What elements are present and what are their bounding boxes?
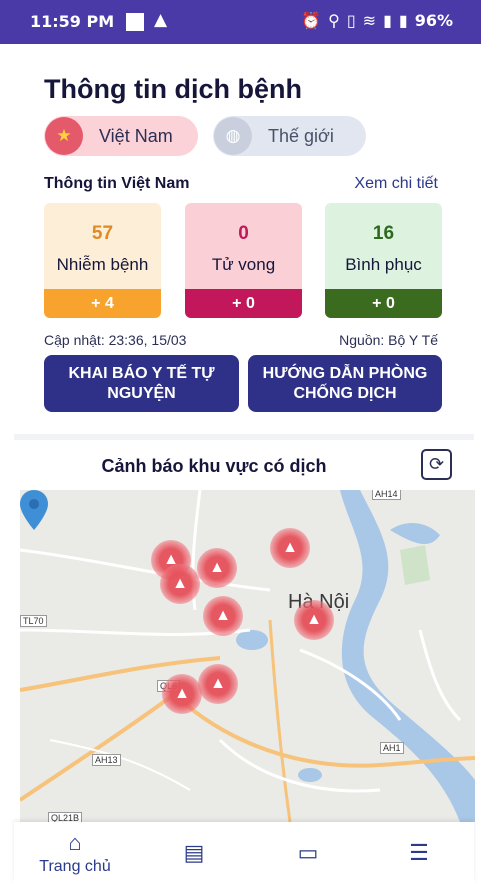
view-details-link[interactable]: Xem chi tiết (354, 175, 438, 193)
outbreak-marker[interactable]: ▲ (294, 600, 334, 640)
wifi-icon: ≋ (362, 11, 377, 30)
bottom-nav: ⌂ Trang chủ ▤ ▭ ☰ (14, 822, 474, 883)
map-background (20, 490, 475, 822)
status-time: 11:59 PM (30, 12, 115, 31)
updated-time: Cập nhật: 23:36, 15/03 (44, 332, 187, 348)
outbreak-marker[interactable]: ▲ (160, 564, 200, 604)
recovered-count: 16 (372, 223, 395, 244)
map-section-title: Cảnh báo khu vực có dịch (101, 456, 327, 476)
road-tag-ah13: AH13 (92, 754, 121, 766)
signal-icon: ▮ (383, 11, 392, 30)
nav-home[interactable]: ⌂ Trang chủ (34, 822, 116, 883)
chart-icon: ▤ (183, 839, 205, 865)
warning-icon: ▲ (209, 559, 225, 576)
outbreak-marker[interactable]: ▲ (197, 548, 237, 588)
nav-home-label: Trang chủ (39, 857, 111, 875)
health-declaration-button[interactable]: KHAI BÁO Y TẾ TỰ NGUYỆN (44, 355, 239, 412)
nav-menu[interactable]: ☰ (399, 822, 439, 883)
data-source: Nguồn: Bộ Y Tế (339, 332, 438, 348)
battery-level: 96% (414, 11, 453, 30)
section-divider (14, 434, 474, 440)
infected-delta: + 4 (44, 289, 161, 318)
nav-messages[interactable]: ▭ (288, 822, 328, 883)
infected-count: 57 (91, 223, 114, 244)
warning-icon: ▲ (282, 539, 298, 556)
tab-world[interactable]: ◍ Thế giới (213, 116, 366, 156)
vibrate-icon: ▯ (346, 11, 356, 30)
outbreak-marker[interactable]: ▲ (198, 664, 238, 704)
recovered-label: Bình phục (345, 255, 422, 274)
nav-statistics[interactable]: ▤ (174, 822, 214, 883)
outbreak-marker[interactable]: ▲ (203, 596, 243, 636)
menu-icon: ☰ (409, 839, 429, 865)
warning-icon: ▲ (172, 575, 188, 592)
tab-world-label: Thế giới (268, 125, 334, 146)
page-title: Thông tin dịch bệnh (44, 74, 302, 104)
alarm-icon: ⏰ (301, 11, 322, 30)
warning-icon: ▲ (210, 675, 226, 692)
star-flag-icon: ★ (45, 117, 83, 155)
outbreak-map[interactable]: Hà Nội AH14 TL70 QL6 AH13 AH1 QL21B ▲ ▲ … (20, 490, 475, 822)
location-icon: ⚲ (328, 11, 340, 30)
recovered-card: 16 Bình phục + 0 (325, 203, 442, 318)
infected-card: 57 Nhiễm bệnh + 4 (44, 203, 161, 318)
home-icon: ⌂ (68, 829, 82, 855)
current-location-pin-icon (20, 490, 48, 530)
warning-icon: ▲ (306, 611, 322, 628)
section-title: Thông tin Việt Nam (44, 175, 190, 192)
globe-icon: ◍ (214, 117, 252, 155)
warning-icon: ▲ (154, 10, 168, 30)
deaths-count: 0 (238, 223, 249, 244)
outbreak-marker[interactable]: ▲ (270, 528, 310, 568)
prevention-guide-button[interactable]: HƯỚNG DẪN PHÒNG CHỐNG DỊCH (248, 355, 442, 412)
chat-icon: ▭ (297, 839, 319, 865)
battery-icon: ▮ (398, 11, 408, 30)
notification-square-icon (126, 13, 144, 31)
tab-vietnam[interactable]: ★ Việt Nam (44, 116, 198, 156)
road-tag-ah1: AH1 (380, 742, 404, 754)
warning-icon: ▲ (174, 685, 190, 702)
status-bar: 11:59 PM ▲ ⏰ ⚲ ▯ ≋ ▮ ▮ 96% (0, 0, 481, 44)
refresh-icon: ⟳ (428, 454, 445, 474)
outbreak-marker[interactable]: ▲ (162, 674, 202, 714)
warning-icon: ▲ (215, 607, 231, 624)
deaths-label: Tử vong (211, 255, 276, 274)
recovered-delta: + 0 (325, 289, 442, 318)
refresh-button[interactable]: ⟳ (421, 449, 452, 480)
tab-vietnam-label: Việt Nam (99, 125, 173, 146)
road-tag-ql21b: QL21B (48, 812, 83, 822)
road-tag-ah14: AH14 (372, 490, 401, 500)
deaths-card: 0 Tử vong + 0 (185, 203, 302, 318)
infected-label: Nhiễm bệnh (56, 255, 149, 274)
road-tag-tl70: TL70 (20, 615, 47, 627)
deaths-delta: + 0 (185, 289, 302, 318)
